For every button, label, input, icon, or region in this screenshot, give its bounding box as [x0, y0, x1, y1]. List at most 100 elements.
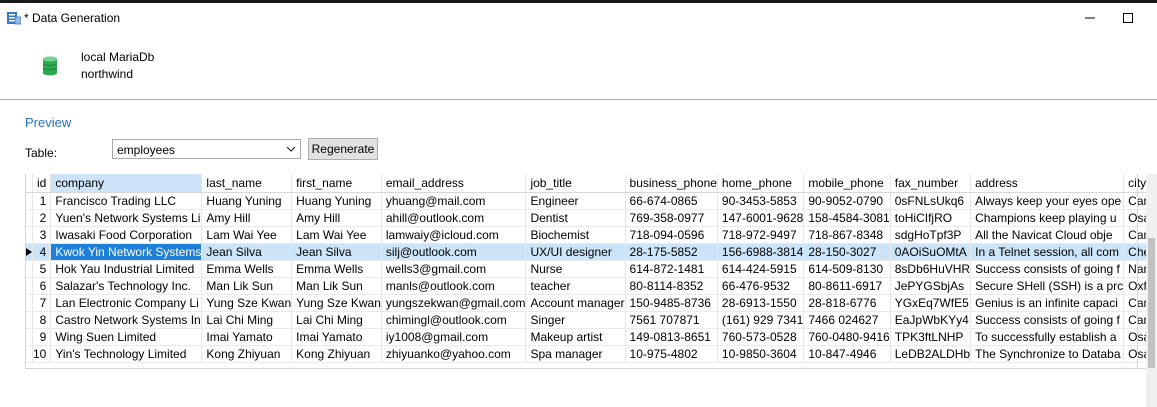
- table-cell[interactable]: 769-358-0977: [625, 209, 718, 227]
- table-cell[interactable]: 90-9052-0790: [803, 192, 891, 210]
- table-cell[interactable]: 718-094-0596: [625, 226, 718, 244]
- table-cell[interactable]: Lai Chi Ming: [291, 311, 382, 329]
- regenerate-button[interactable]: Regenerate: [308, 138, 378, 160]
- column-header[interactable]: home_phone: [717, 174, 805, 193]
- table-cell[interactable]: 614-872-1481: [625, 260, 718, 278]
- table-cell[interactable]: 760-573-0528: [717, 328, 805, 346]
- table-cell[interactable]: Huang Yuning: [201, 192, 293, 210]
- table-row[interactable]: 3 Iwasaki Food Corporation Lam Wai Yee Lam …: [26, 226, 1157, 244]
- table-cell[interactable]: Man Lik Sun: [201, 277, 293, 295]
- table-cell[interactable]: Amy Hill: [201, 209, 293, 227]
- table-cell[interactable]: Lam Wai Yee: [201, 226, 293, 244]
- table-cell[interactable]: EaJpWbKYy4: [890, 311, 972, 329]
- table-cell[interactable]: 80-8114-8352: [625, 277, 718, 295]
- table-row[interactable]: 5 Hok Yau Industrial Limited Emma Wells Emm…: [26, 260, 1157, 278]
- table-cell[interactable]: wells3@gmail.com: [381, 260, 527, 278]
- table-cell[interactable]: Yin's Technology Limited: [50, 345, 203, 363]
- table-cell[interactable]: 10-9850-3604: [717, 345, 805, 363]
- column-header[interactable]: last_name: [201, 174, 293, 193]
- table-cell[interactable]: 158-4584-3081: [803, 209, 891, 227]
- table-cell[interactable]: sdgHoTpf3P: [890, 226, 972, 244]
- table-cell[interactable]: Yung Sze Kwan: [291, 294, 382, 312]
- table-cell[interactable]: 718-972-9497: [717, 226, 805, 244]
- table-cell[interactable]: 0sFNLsUkq6: [890, 192, 972, 210]
- table-cell[interactable]: 1: [32, 192, 52, 210]
- table-cell[interactable]: Wing Suen Limited: [50, 328, 203, 346]
- table-cell[interactable]: TPK3ftLNHP: [890, 328, 972, 346]
- table-row[interactable]: 9 Wing Suen Limited Imai Yamato Imai Yamato…: [26, 328, 1157, 346]
- table-cell[interactable]: In a Telnet session, all com: [970, 243, 1125, 261]
- table-cell[interactable]: 6: [32, 277, 52, 295]
- table-cell[interactable]: lamwaiy@icloud.com: [381, 226, 527, 244]
- table-cell[interactable]: Success consists of going f: [970, 311, 1125, 329]
- table-cell[interactable]: 3: [32, 226, 52, 244]
- table-cell[interactable]: 10-975-4802: [625, 345, 718, 363]
- column-header[interactable]: company: [50, 174, 203, 193]
- table-cell[interactable]: Hok Yau Industrial Limited: [50, 260, 203, 278]
- table-cell[interactable]: Amy Hill: [291, 209, 382, 227]
- scrollbar-thumb[interactable]: [1148, 238, 1155, 368]
- table-cell[interactable]: 5: [32, 260, 52, 278]
- column-header[interactable]: address: [970, 174, 1125, 193]
- table-row[interactable]: 7 Lan Electronic Company Li Yung Sze Kwan Y…: [26, 294, 1157, 312]
- table-cell[interactable]: Lam Wai Yee: [291, 226, 382, 244]
- table-cell[interactable]: 149-0813-8651: [625, 328, 718, 346]
- table-cell[interactable]: Yung Sze Kwan: [201, 294, 293, 312]
- table-cell[interactable]: Success consists of going f: [970, 260, 1125, 278]
- minimize-button[interactable]: [1070, 6, 1110, 30]
- table-cell[interactable]: Engineer: [525, 192, 626, 210]
- table-cell[interactable]: teacher: [525, 277, 626, 295]
- table-cell[interactable]: Lan Electronic Company Li: [50, 294, 203, 312]
- table-cell[interactable]: Nurse: [525, 260, 626, 278]
- table-cell[interactable]: 0AOiSuOMtA: [890, 243, 972, 261]
- table-cell[interactable]: (161) 929 7341: [717, 311, 805, 329]
- table-row[interactable]: 8 Castro Network Systems In Lai Chi Ming La…: [26, 311, 1157, 329]
- table-cell[interactable]: 614-424-5915: [717, 260, 805, 278]
- table-select[interactable]: employees: [112, 139, 301, 159]
- column-header[interactable]: mobile_phone: [803, 174, 891, 193]
- table-cell[interactable]: 10: [32, 345, 52, 363]
- table-cell[interactable]: Lai Chi Ming: [201, 311, 293, 329]
- table-cell[interactable]: 147-6001-9628: [717, 209, 805, 227]
- table-cell[interactable]: Salazar's Technology Inc.: [50, 277, 203, 295]
- table-cell[interactable]: Castro Network Systems In: [50, 311, 203, 329]
- table-cell[interactable]: manls@outlook.com: [381, 277, 527, 295]
- table-cell[interactable]: Jean Silva: [201, 243, 293, 261]
- column-header[interactable]: job_title: [525, 174, 626, 193]
- maximize-button[interactable]: [1108, 6, 1148, 30]
- table-cell[interactable]: 4: [32, 243, 52, 261]
- table-cell[interactable]: Secure SHell (SSH) is a prc: [970, 277, 1125, 295]
- table-cell[interactable]: 718-867-8348: [803, 226, 891, 244]
- table-cell[interactable]: Kong Zhiyuan: [201, 345, 293, 363]
- column-header[interactable]: email_address: [381, 174, 527, 193]
- table-cell[interactable]: 7561 707871: [625, 311, 718, 329]
- table-cell[interactable]: To successfully establish a: [970, 328, 1125, 346]
- table-cell[interactable]: yhuang@mail.com: [381, 192, 527, 210]
- row-indicator[interactable]: [26, 243, 33, 261]
- table-cell[interactable]: 156-6988-3814: [717, 243, 805, 261]
- table-cell[interactable]: YGxEq7WfE5: [890, 294, 972, 312]
- table-cell[interactable]: 760-0480-9416: [803, 328, 891, 346]
- table-cell[interactable]: ahill@outlook.com: [381, 209, 527, 227]
- table-cell[interactable]: Yuen's Network Systems Li: [50, 209, 203, 227]
- table-cell[interactable]: toHiCIfjRO: [890, 209, 972, 227]
- table-cell[interactable]: UX/UI designer: [525, 243, 626, 261]
- table-cell[interactable]: JePYGSbjAs: [890, 277, 972, 295]
- table-row[interactable]: 2 Yuen's Network Systems Li Amy Hill Amy Hi…: [26, 209, 1157, 227]
- table-cell[interactable]: 80-8611-6917: [803, 277, 891, 295]
- table-cell[interactable]: Dentist: [525, 209, 626, 227]
- table-cell[interactable]: Imai Yamato: [201, 328, 293, 346]
- table-cell[interactable]: Spa manager: [525, 345, 626, 363]
- table-cell[interactable]: Singer: [525, 311, 626, 329]
- table-cell[interactable]: 66-674-0865: [625, 192, 718, 210]
- table-cell[interactable]: chimingl@outlook.com: [381, 311, 527, 329]
- table-cell[interactable]: 614-509-8130: [803, 260, 891, 278]
- table-cell[interactable]: 7466 024627: [803, 311, 891, 329]
- column-header[interactable]: fax_number: [890, 174, 972, 193]
- table-cell[interactable]: 7: [32, 294, 52, 312]
- table-cell[interactable]: Jean Silva: [291, 243, 382, 261]
- table-cell[interactable]: 2: [32, 209, 52, 227]
- table-cell[interactable]: Francisco Trading LLC: [50, 192, 203, 210]
- table-cell[interactable]: 28-818-6776: [803, 294, 891, 312]
- column-header[interactable]: business_phone: [625, 174, 718, 193]
